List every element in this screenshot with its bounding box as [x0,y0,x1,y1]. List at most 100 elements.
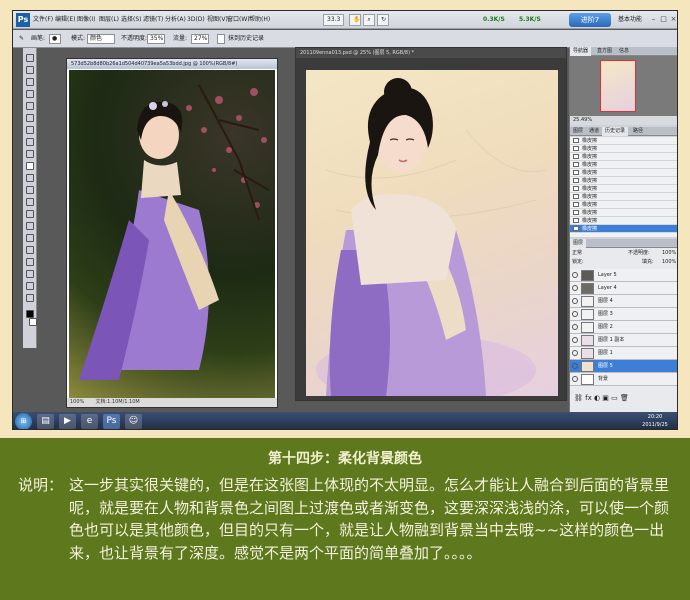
visibility-eye-icon[interactable] [572,376,578,382]
layer-row[interactable]: 图层 3 [570,308,677,321]
dodge-tool-icon[interactable] [26,210,34,218]
menu-help[interactable]: 帮助(H) [249,11,270,29]
layer-row[interactable]: 图层 4 [570,295,677,308]
history-item[interactable]: 橡皮擦 [570,169,677,177]
zoom-tool-icon[interactable] [26,294,34,302]
blend-mode-select[interactable]: 正常 [572,249,582,258]
opacity-field[interactable]: 35% [147,34,165,44]
tab-histogram[interactable]: 直方图 [594,47,615,56]
hand-tool-icon[interactable] [26,282,34,290]
system-clock[interactable]: 20:20 2011/9/25 [635,413,675,429]
eraser-tool-icon[interactable] [26,174,34,182]
layer-opacity-field[interactable]: 100% [662,249,676,258]
tab-paths[interactable]: 路径 [630,127,646,136]
move-tool-icon[interactable] [26,54,34,62]
menu-file[interactable]: 文件(F) [33,11,53,29]
tab-info[interactable]: 信息 [616,47,632,56]
tab-channels[interactable]: 通道 [586,127,602,136]
menu-view[interactable]: 视图(V) [207,11,228,29]
minimize-icon[interactable]: – [649,15,658,24]
visibility-eye-icon[interactable] [572,311,578,317]
visibility-eye-icon[interactable] [572,285,578,291]
pen-tool-icon[interactable] [26,222,34,230]
menu-image[interactable]: 图像(I) [77,11,95,29]
maximize-icon[interactable]: □ [659,15,668,24]
healing-tool-icon[interactable] [26,126,34,134]
workspace-switcher[interactable]: 基本功能 [618,13,642,27]
brush-tool-icon[interactable] [26,138,34,146]
clone-stamp-tool-icon[interactable] [26,150,34,158]
navigator-view-box[interactable] [600,60,636,112]
eyedropper-tool-icon[interactable] [26,114,34,122]
document-window-painting[interactable]: 201109enna013.psd @ 25% (图层 5, RGB/8) * [295,47,567,401]
tab-history[interactable]: 历史记录 [602,127,629,136]
blur-tool-icon[interactable] [26,198,34,206]
visibility-eye-icon[interactable] [572,298,578,304]
history-item[interactable]: 橡皮擦 [570,185,677,193]
menu-3d[interactable]: 3D(D) [187,11,205,29]
lasso-tool-icon[interactable] [26,78,34,86]
explorer-icon[interactable]: ▤ [37,414,54,429]
history-checkbox[interactable] [217,34,225,44]
rotate-view-icon[interactable]: ↻ [377,14,389,26]
zoom-tool-icon[interactable]: ⌕ [363,14,375,26]
magic-wand-tool-icon[interactable] [26,90,34,98]
start-button[interactable]: ⊞ [15,413,32,429]
layer-footer-icons[interactable]: ⛓ fx ◐ ▣ ▭ 🗑 [574,394,629,403]
layer-row[interactable]: 图层 1 副本 [570,334,677,347]
history-item[interactable]: 橡皮擦 [570,145,677,153]
menu-window[interactable]: 窗口(W) [227,11,250,29]
navigator-preview[interactable] [570,56,677,116]
tab-navigator[interactable]: 导航器 [570,47,592,56]
hand-tool-icon[interactable]: ✋ [349,14,361,26]
layer-row-selected[interactable]: 图层 5 [570,360,677,373]
marquee-tool-icon[interactable] [26,66,34,74]
navigator-zoom[interactable]: 25.49% [570,116,677,125]
tab-layers[interactable]: 图层 [570,239,587,248]
history-item[interactable]: 橡皮擦 [570,201,677,209]
painting-canvas[interactable] [306,70,558,396]
layer-row[interactable]: 图层 2 [570,321,677,334]
document-title-painting[interactable]: 201109enna013.psd @ 25% (图层 5, RGB/8) * [296,48,566,58]
3d-tool-icon[interactable] [26,270,34,278]
history-item[interactable]: 橡皮擦 [570,177,677,185]
visibility-eye-icon[interactable] [572,350,578,356]
shape-tool-icon[interactable] [26,258,34,266]
layer-row[interactable]: Layer 4 [570,282,677,295]
tab-layers-top[interactable]: 图层 [570,127,586,136]
visibility-eye-icon[interactable] [572,337,578,343]
history-brush-tool-icon[interactable] [26,162,34,170]
fast-badge-button[interactable]: 进阶7 [569,13,611,27]
history-item[interactable]: 橡皮擦 [570,193,677,201]
visibility-eye-icon[interactable] [572,363,578,369]
menu-select[interactable]: 选择(S) [121,11,142,29]
visibility-eye-icon[interactable] [572,272,578,278]
qq-icon[interactable]: ☺ [125,414,142,429]
photoshop-taskbar-icon[interactable]: Ps [103,414,120,429]
internet-explorer-icon[interactable]: e [81,414,98,429]
history-item-selected[interactable]: 橡皮擦 [570,225,677,233]
media-player-icon[interactable]: ▶ [59,414,76,429]
eraser-tool-icon[interactable]: ✎ [19,30,24,48]
menu-filter[interactable]: 滤镜(T) [143,11,163,29]
background-color-swatch[interactable] [29,318,37,326]
layer-row[interactable]: 背景 [570,373,677,386]
mode-select[interactable]: 颜色 [87,34,115,44]
foreground-color-swatch[interactable] [26,310,34,318]
layer-row[interactable]: Layer 5 [570,269,677,282]
path-select-tool-icon[interactable] [26,246,34,254]
brush-preset-picker[interactable]: ● [49,34,61,44]
gradient-tool-icon[interactable] [26,186,34,194]
layer-row[interactable]: 图层 1 [570,347,677,360]
zoom-level-chip[interactable]: 33.3 [323,14,345,26]
history-item[interactable]: 橡皮擦 [570,137,677,145]
menu-analysis[interactable]: 分析(A) [165,11,186,29]
menu-edit[interactable]: 编辑(E) [55,11,75,29]
history-item[interactable]: 橡皮擦 [570,161,677,169]
flow-field[interactable]: 27% [191,34,209,44]
document-title-reference[interactable]: 573d52b8d80b26a1d504d40739ea5a53bdd.jpg … [67,59,277,69]
close-icon[interactable]: × [669,15,677,24]
fill-field[interactable]: 100% [662,258,676,267]
document-window-reference[interactable]: 573d52b8d80b26a1d504d40739ea5a53bdd.jpg … [66,58,278,408]
history-item[interactable]: 橡皮擦 [570,209,677,217]
